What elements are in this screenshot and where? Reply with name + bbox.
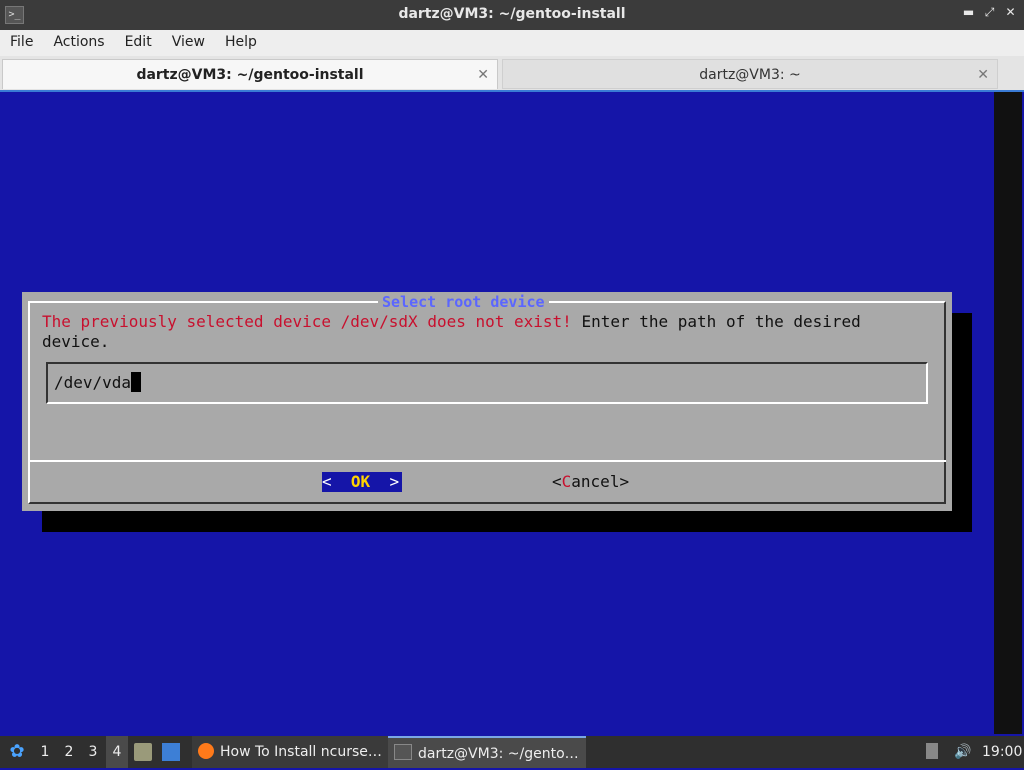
- firefox-icon: [198, 743, 214, 759]
- device-path-value: /dev/vda: [54, 373, 132, 392]
- workspace-1[interactable]: 1: [34, 736, 56, 768]
- workspace-3[interactable]: 3: [82, 736, 104, 768]
- tab-home[interactable]: dartz@VM3: ~ ✕: [502, 59, 998, 89]
- close-icon[interactable]: ✕: [1003, 5, 1018, 20]
- dialog-message: The previously selected device /dev/sdX …: [42, 312, 922, 352]
- window-titlebar: >_ dartz@VM3: ~/gentoo-install ▬ ⤢ ✕: [0, 0, 1024, 30]
- terminal-icon: [394, 744, 412, 760]
- menu-bar: File Actions Edit View Help: [0, 30, 1024, 56]
- task-terminal[interactable]: dartz@VM3: ~/gento…: [388, 736, 586, 768]
- tab-close-icon[interactable]: ✕: [477, 60, 489, 90]
- cancel-button[interactable]: <Cancel>: [552, 472, 629, 492]
- tab-label: dartz@VM3: ~/gentoo-install: [136, 67, 364, 83]
- dialog-title: Select root device: [378, 292, 549, 312]
- clock[interactable]: 19:00: [982, 736, 1022, 768]
- menu-edit[interactable]: Edit: [115, 30, 162, 56]
- menu-help[interactable]: Help: [215, 30, 267, 56]
- window-title: dartz@VM3: ~/gentoo-install: [398, 6, 626, 22]
- ok-button[interactable]: < OK >: [322, 472, 402, 492]
- task-firefox[interactable]: How To Install ncurse…: [192, 736, 394, 768]
- error-message: The previously selected device /dev/sdX …: [42, 312, 572, 331]
- text-cursor: [131, 372, 142, 392]
- workspace-2[interactable]: 2: [58, 736, 80, 768]
- workspace-4[interactable]: 4: [106, 736, 128, 768]
- menu-view[interactable]: View: [162, 30, 215, 56]
- terminal-scrollbar[interactable]: [994, 92, 1022, 734]
- clipboard-icon[interactable]: [926, 736, 944, 768]
- task-label: How To Install ncurse…: [220, 744, 382, 760]
- maximize-icon[interactable]: ⤢: [982, 5, 997, 20]
- start-menu-icon[interactable]: ✿: [4, 736, 30, 768]
- device-path-input[interactable]: /dev/vda: [46, 362, 928, 404]
- tab-bar: dartz@VM3: ~/gentoo-install ✕ dartz@VM3:…: [0, 56, 1024, 90]
- minimize-icon[interactable]: ▬: [961, 5, 976, 20]
- menu-file[interactable]: File: [0, 30, 43, 56]
- show-desktop-icon[interactable]: [162, 743, 180, 761]
- select-root-device-dialog: Select root device The previously select…: [22, 292, 952, 511]
- tab-gentoo-install[interactable]: dartz@VM3: ~/gentoo-install ✕: [2, 59, 498, 89]
- menu-actions[interactable]: Actions: [43, 30, 114, 56]
- tab-close-icon[interactable]: ✕: [977, 60, 989, 90]
- tab-label: dartz@VM3: ~: [699, 67, 801, 83]
- task-label: dartz@VM3: ~/gento…: [418, 746, 579, 762]
- taskbar: ✿ 1 2 3 4 How To Install ncurse… dartz@V…: [0, 736, 1024, 768]
- volume-icon[interactable]: 🔊: [952, 736, 974, 768]
- file-manager-icon[interactable]: [134, 743, 152, 761]
- dialog-divider: [28, 460, 946, 462]
